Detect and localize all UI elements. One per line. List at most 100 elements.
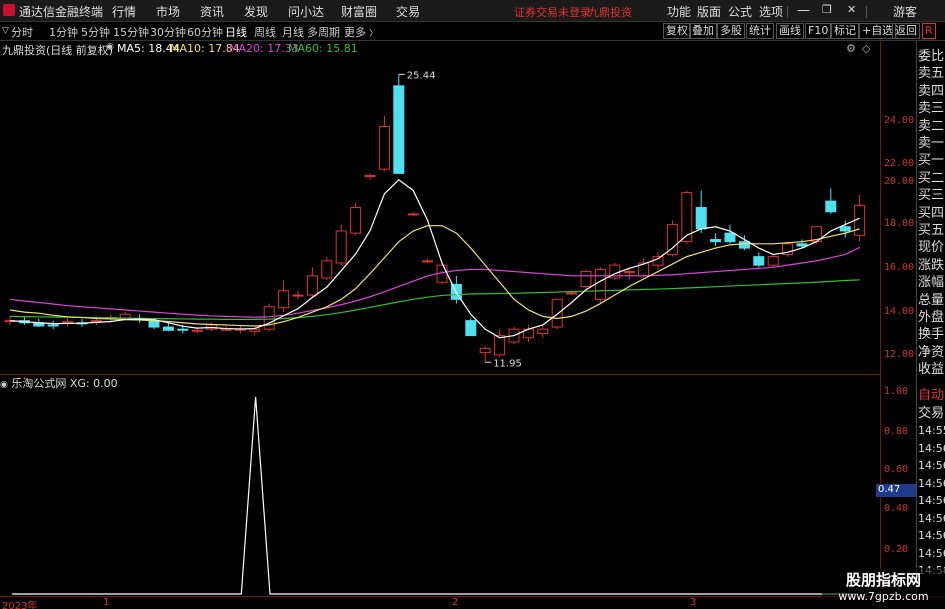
period-toolbar: ▽ 分时 1分钟 5分钟 15分钟 30分钟 60分钟 日线 周线 月线 多周期…	[0, 22, 945, 41]
side-item-label: 卖一	[918, 136, 945, 151]
app-logo-icon	[3, 4, 15, 16]
expand-icon[interactable]: ◇	[862, 42, 870, 55]
candle-body	[825, 200, 837, 213]
side-item-label: 换手	[918, 327, 945, 343]
period-month[interactable]: 月线	[282, 24, 304, 40]
duogu-button[interactable]: 多股	[717, 23, 745, 39]
candle-body	[62, 321, 74, 324]
huaxian-button[interactable]: 画线	[776, 23, 804, 39]
r-badge[interactable]: R	[922, 23, 936, 39]
tongji-button[interactable]: 统计	[746, 23, 774, 39]
ytick: 16.00	[884, 262, 915, 273]
menu-gongshi[interactable]: 公式	[728, 3, 752, 20]
candle-body	[148, 320, 160, 328]
candle-body	[306, 275, 318, 296]
candle-body	[263, 306, 275, 330]
side-item-label: 涨幅	[918, 275, 945, 291]
menu-gongneng[interactable]: 功能	[667, 3, 691, 20]
candle-body	[220, 328, 232, 331]
close-icon[interactable]: ✕	[847, 3, 856, 16]
candle-body	[364, 175, 376, 178]
menu-wenxiaoda[interactable]: 问小达	[288, 3, 324, 20]
menu-xuanxiang[interactable]: 选项	[759, 3, 783, 20]
title-divider	[787, 6, 788, 18]
menu-caifuquan[interactable]: 财富圈	[341, 3, 377, 20]
period-fenshi[interactable]: 分时	[11, 24, 33, 40]
candle-body	[162, 326, 174, 331]
tick-time: 14:56	[918, 494, 945, 507]
back-button[interactable]: 返回	[892, 23, 920, 39]
menu-hangqing[interactable]: 行情	[112, 3, 136, 20]
period-30min[interactable]: 30分钟	[150, 24, 186, 40]
candle-body	[407, 213, 419, 216]
candle-body	[738, 241, 750, 249]
diejia-button[interactable]: 叠加	[689, 23, 717, 39]
candle-body	[191, 329, 203, 332]
side-item-label: 委比	[918, 49, 945, 64]
candle-body	[422, 260, 434, 263]
tick-time: 14:56	[918, 511, 945, 525]
period-week[interactable]: 周线	[254, 24, 276, 40]
biaoji-button[interactable]: 标记	[831, 23, 859, 39]
menu-jiaoyi[interactable]: 交易	[396, 3, 420, 20]
menu-banmian[interactable]: 版面	[697, 3, 721, 20]
candle-body	[393, 85, 405, 174]
period-5min[interactable]: 5分钟	[81, 24, 110, 40]
user-button[interactable]: 游客	[893, 3, 917, 20]
ytick: 14.00	[884, 306, 915, 317]
indicator-info-line: 九鼎投资(日线 前复权) ◉ MA5: 18.44 MA10: 17.84 MA…	[0, 41, 880, 57]
menu-zixun[interactable]: 资讯	[200, 3, 224, 20]
xg-indicator-chart[interactable]	[0, 374, 880, 596]
candle-body	[494, 335, 506, 356]
period-day[interactable]: 日线	[225, 24, 247, 40]
tick-time: 14:56	[918, 441, 945, 455]
auto-label[interactable]: 自动	[918, 384, 944, 403]
ma60-line	[9, 279, 860, 320]
candle-body	[278, 290, 290, 309]
period-15min[interactable]: 15分钟	[113, 24, 149, 40]
candle-body	[47, 324, 59, 327]
candle-body	[249, 328, 261, 332]
ytick: 0.60	[884, 464, 909, 475]
main-kline-chart[interactable]: 25.44 11.95	[0, 56, 880, 374]
date-axis	[0, 596, 945, 609]
settings-gear-icon[interactable]: ⚙	[846, 42, 856, 55]
menu-shichang[interactable]: 市场	[156, 3, 180, 20]
ytick: 22.00	[884, 158, 915, 169]
candle-body	[350, 207, 362, 234]
watermark-line2: www.7gpzb.com	[838, 590, 929, 603]
watermark-line1: 股朋指标网	[845, 571, 921, 589]
side-item-label: 卖五	[918, 66, 945, 82]
tick-time: 14:56	[918, 476, 945, 490]
period-more[interactable]: 更多	[344, 24, 366, 40]
ma60-label: MA60: 15.81	[288, 42, 358, 55]
period-multi[interactable]: 多周期	[307, 24, 340, 40]
cursor-value-box: 0.47	[876, 484, 916, 497]
trade-label[interactable]: 交易	[918, 402, 944, 421]
f10-button[interactable]: F10	[805, 23, 832, 39]
restore-icon[interactable]: ❐	[822, 3, 832, 16]
side-item-label: 卖三	[918, 101, 945, 117]
candle-body	[335, 230, 347, 264]
fuquan-button[interactable]: 复权	[663, 23, 691, 39]
indicator-dropdown-icon[interactable]: ◉	[106, 42, 114, 52]
date-label: 2023年	[2, 601, 38, 609]
menu-faxian[interactable]: 发现	[244, 3, 268, 20]
ma5-line	[9, 178, 860, 339]
minimize-icon[interactable]: —	[797, 3, 810, 18]
collapse-icon[interactable]: ▽	[2, 26, 9, 36]
candle-body	[594, 268, 606, 300]
period-60min[interactable]: 60分钟	[187, 24, 223, 40]
side-item-label: 外盘	[918, 310, 945, 325]
add-favorite-button[interactable]: +自选	[859, 23, 897, 39]
high-label: 25.44	[407, 70, 436, 81]
tick-time: 14:56	[918, 529, 945, 542]
candle-body	[292, 294, 304, 297]
candle-body	[695, 207, 707, 230]
title-divider	[866, 6, 867, 18]
period-1min[interactable]: 1分钟	[49, 24, 78, 40]
more-arrow-icon[interactable]: 〉	[369, 26, 378, 39]
broker-name: 九鼎投资	[588, 6, 632, 19]
candle-body	[796, 243, 808, 247]
login-warning[interactable]: 证券交易未登录	[514, 4, 591, 20]
